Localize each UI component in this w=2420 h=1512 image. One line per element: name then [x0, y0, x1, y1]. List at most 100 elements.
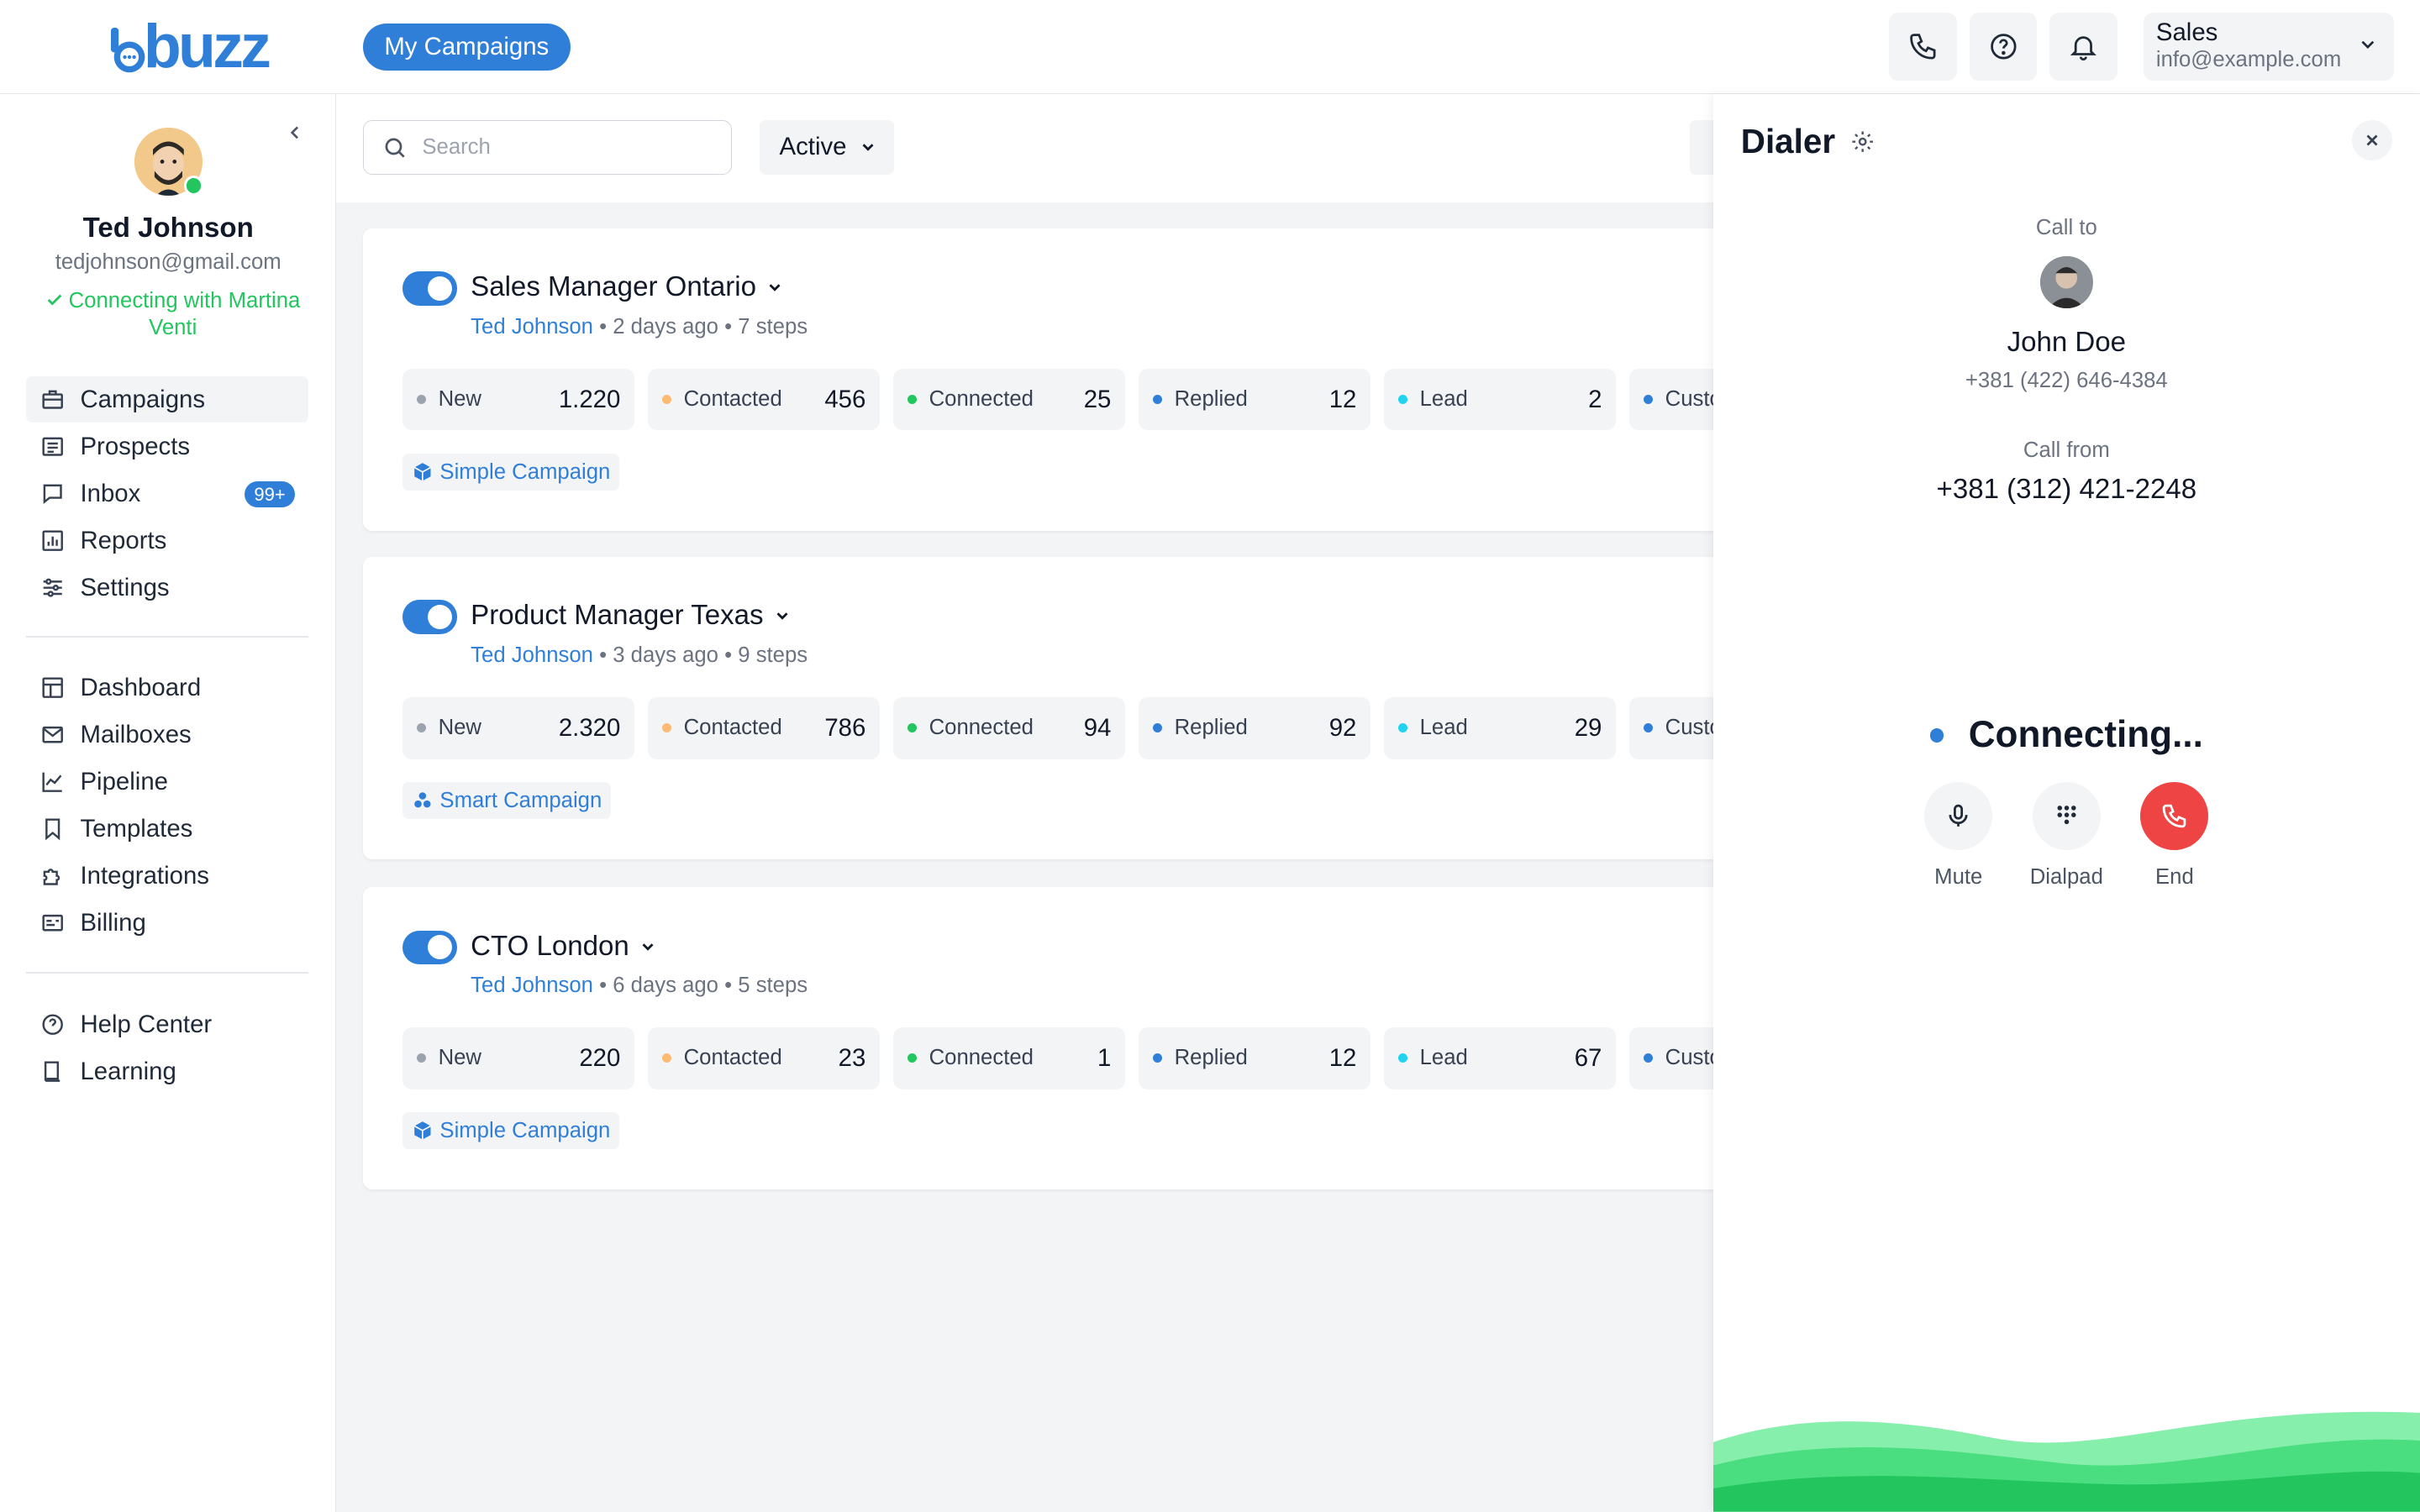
account-switcher[interactable]: Sales info@example.com	[2144, 12, 2394, 81]
sidebar-item-dashboard[interactable]: Dashboard	[26, 665, 308, 711]
buzz-logo[interactable]: buzz	[111, 15, 271, 76]
campaign-card[interactable]: CTO London Ted Johnson • 6 days ago • 5 …	[362, 887, 1907, 1190]
campaign-title[interactable]: Product Manager Texas	[471, 600, 791, 632]
stat-replied[interactable]: Replied 92	[1139, 697, 1370, 759]
stat-value: 67	[1574, 1043, 1602, 1072]
stat-replied[interactable]: Replied 12	[1139, 1027, 1370, 1089]
chevron-down-icon	[2361, 41, 2374, 50]
sidebar-item-reports[interactable]: Reports	[26, 517, 308, 564]
sidebar-item-settings[interactable]: Settings	[26, 564, 308, 611]
stat-label: Contacted	[683, 1046, 782, 1070]
sidebar-item-label: Pipeline	[80, 768, 168, 796]
dialer-header: Dialer	[1741, 122, 1876, 161]
stat-label: Replied	[1174, 387, 1248, 412]
gear-icon[interactable]	[1850, 129, 1875, 154]
microphone-icon	[1949, 804, 1968, 827]
campaign-owner[interactable]: Ted Johnson	[471, 315, 593, 339]
collapse-sidebar-icon[interactable]	[284, 122, 306, 144]
status-filter-value: Active	[779, 133, 847, 161]
sidebar-item-help-center[interactable]: Help Center	[26, 1001, 308, 1047]
dialpad-label: Dialpad	[2029, 865, 2103, 890]
stat-dot	[1643, 723, 1653, 733]
campaign-card[interactable]: Sales Manager Ontario Ted Johnson • 2 da…	[362, 228, 1907, 531]
stat-lead[interactable]: Lead 29	[1384, 697, 1616, 759]
stat-value: 12	[1328, 385, 1357, 413]
stat-value: 29	[1574, 713, 1602, 742]
stat-new[interactable]: New 2.320	[402, 697, 634, 759]
callee-photo-icon	[2040, 255, 2093, 309]
sidebar-item-label: Billing	[80, 909, 146, 937]
stat-lead[interactable]: Lead 67	[1384, 1027, 1616, 1089]
help-button[interactable]	[1969, 12, 2038, 81]
cube-icon	[414, 463, 432, 481]
stat-lead[interactable]: Lead 2	[1384, 368, 1616, 431]
campaign-type-tag[interactable]: Simple Campaign	[402, 1112, 620, 1150]
sidebar-item-billing[interactable]: Billing	[26, 900, 308, 947]
dialpad-button[interactable]	[2032, 782, 2101, 850]
mute-button[interactable]	[1924, 782, 1993, 850]
stat-label: New	[438, 1046, 481, 1070]
my-campaigns-button[interactable]: My Campaigns	[362, 23, 571, 71]
stat-replied[interactable]: Replied 12	[1139, 368, 1370, 431]
stat-dot	[1152, 1053, 1162, 1063]
sidebar-item-label: Reports	[80, 526, 167, 554]
stat-label: Connected	[929, 716, 1034, 740]
campaign-type-label: Simple Campaign	[439, 459, 611, 484]
sidebar-item-label: Inbox	[80, 479, 141, 507]
campaign-title[interactable]: CTO London	[471, 931, 657, 963]
stat-connected[interactable]: Connected 25	[893, 368, 1125, 431]
campaign-type-tag[interactable]: Smart Campaign	[402, 782, 612, 820]
stat-contacted[interactable]: Contacted 786	[648, 697, 880, 759]
campaign-meta-text: • 3 days ago • 9 steps	[592, 643, 808, 667]
call-status: Connecting...	[1713, 714, 2420, 756]
sidebar-item-templates[interactable]: Templates	[26, 806, 308, 853]
campaign-active-toggle[interactable]	[402, 600, 457, 634]
book-icon	[44, 1061, 60, 1082]
sidebar-item-prospects[interactable]: Prospects	[26, 423, 308, 470]
notifications-button[interactable]	[2049, 12, 2118, 81]
stat-new[interactable]: New 220	[402, 1027, 634, 1089]
sidebar-item-learning[interactable]: Learning	[26, 1048, 308, 1095]
sidebar-item-mailboxes[interactable]: Mailboxes	[26, 712, 308, 759]
sidebar-item-pipeline[interactable]: Pipeline	[26, 759, 308, 806]
end-call-button[interactable]	[2140, 782, 2209, 850]
sidebar-divider	[26, 972, 309, 974]
stat-connected[interactable]: Connected 94	[893, 697, 1125, 759]
search-box[interactable]	[362, 120, 732, 175]
call-status-dot	[1929, 728, 1944, 743]
campaign-active-toggle[interactable]	[402, 271, 457, 306]
campaign-active-toggle[interactable]	[402, 930, 457, 964]
mute-label: Mute	[1934, 865, 1983, 890]
stat-contacted[interactable]: Contacted 456	[648, 368, 880, 431]
campaign-type-tag[interactable]: Simple Campaign	[402, 453, 620, 491]
stat-new[interactable]: New 1.220	[402, 368, 634, 431]
stat-label: Replied	[1174, 1046, 1248, 1070]
close-icon	[2366, 134, 2378, 146]
stat-connected[interactable]: Connected 1	[893, 1027, 1125, 1089]
sidebar-item-inbox[interactable]: Inbox 99+	[26, 470, 308, 517]
campaign-owner[interactable]: Ted Johnson	[471, 643, 593, 667]
sidebar-item-integrations[interactable]: Integrations	[26, 853, 308, 900]
caller-phone: +381 (312) 421-2248	[1936, 473, 2197, 505]
account-email: info@example.com	[2155, 48, 2342, 72]
dialer-panel: Dialer Call to John Doe +381 (422) 646-4…	[1712, 94, 2420, 1512]
campaign-title[interactable]: Sales Manager Ontario	[471, 271, 784, 303]
close-dialer-button[interactable]	[2352, 120, 2392, 160]
campaign-type-label: Simple Campaign	[439, 1118, 611, 1142]
phone-button[interactable]	[1889, 12, 1957, 81]
secondary-nav: Dashboard Mailboxes Pipeline Templates I…	[26, 665, 308, 948]
help-icon	[1990, 33, 2017, 60]
stat-value: 1	[1097, 1043, 1112, 1072]
campaign-card[interactable]: Product Manager Texas Ted Johnson • 3 da…	[362, 557, 1907, 860]
stat-value: 1.220	[558, 385, 621, 413]
campaign-meta-text: • 6 days ago • 5 steps	[592, 973, 808, 997]
campaign-owner[interactable]: Ted Johnson	[471, 974, 593, 997]
stat-dot	[907, 395, 917, 405]
sidebar-item-campaigns[interactable]: Campaigns	[26, 376, 309, 423]
stat-contacted[interactable]: Contacted 23	[648, 1027, 880, 1089]
search-input[interactable]	[422, 134, 716, 160]
sidebar-divider	[26, 635, 309, 638]
callee-name: John Doe	[2007, 327, 2127, 359]
sidebar-item-label: Settings	[80, 573, 170, 601]
status-filter-dropdown[interactable]: Active	[759, 120, 895, 175]
